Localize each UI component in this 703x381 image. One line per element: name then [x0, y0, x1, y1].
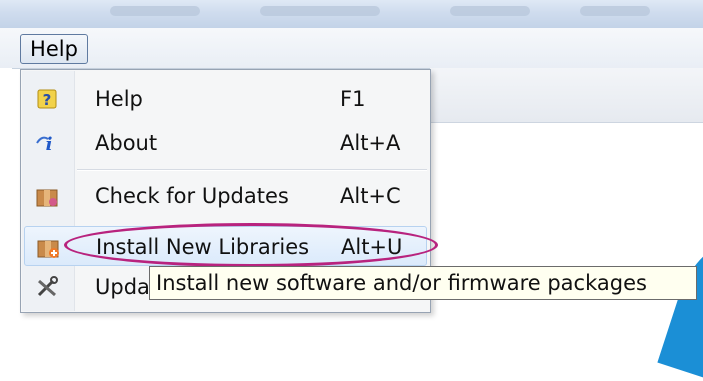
- background-toolbar: [430, 68, 703, 123]
- help-icon: ?: [34, 86, 60, 112]
- package-update-icon: [34, 183, 60, 209]
- package-install-icon: [35, 234, 61, 260]
- background-graphic: [657, 238, 703, 381]
- menu-item-label: Upda: [95, 275, 150, 299]
- menu-bar: [0, 28, 703, 69]
- menu-item-shortcut: Alt+C: [340, 184, 401, 208]
- menu-separator: [77, 169, 427, 171]
- menu-item-shortcut: Alt+A: [340, 131, 401, 155]
- blurred-title-fragment: [260, 6, 380, 16]
- menu-item-help[interactable]: ? Help F1: [24, 79, 427, 119]
- svg-text:?: ?: [43, 91, 52, 109]
- tooltip: Install new software and/or firmware pac…: [149, 266, 697, 300]
- highlight-annotation-ellipse: [64, 223, 438, 267]
- menu-item-label: About: [95, 131, 158, 155]
- blurred-title-fragment: [580, 6, 650, 16]
- menu-item-shortcut: F1: [340, 87, 366, 111]
- blurred-title-fragment: [450, 6, 530, 16]
- menu-item-label: Help: [95, 87, 143, 111]
- about-icon: i: [34, 130, 60, 156]
- menu-item-label: Check for Updates: [95, 184, 289, 208]
- blurred-title-fragment: [110, 6, 200, 16]
- svg-text:i: i: [46, 134, 53, 155]
- menu-item-check-for-updates[interactable]: Check for Updates Alt+C: [24, 176, 427, 216]
- menu-item-about[interactable]: i About Alt+A: [24, 123, 427, 163]
- window-edge: [0, 68, 12, 351]
- tools-icon: [34, 274, 60, 300]
- menu-help[interactable]: Help: [20, 34, 88, 64]
- window-title-strip: [0, 0, 703, 28]
